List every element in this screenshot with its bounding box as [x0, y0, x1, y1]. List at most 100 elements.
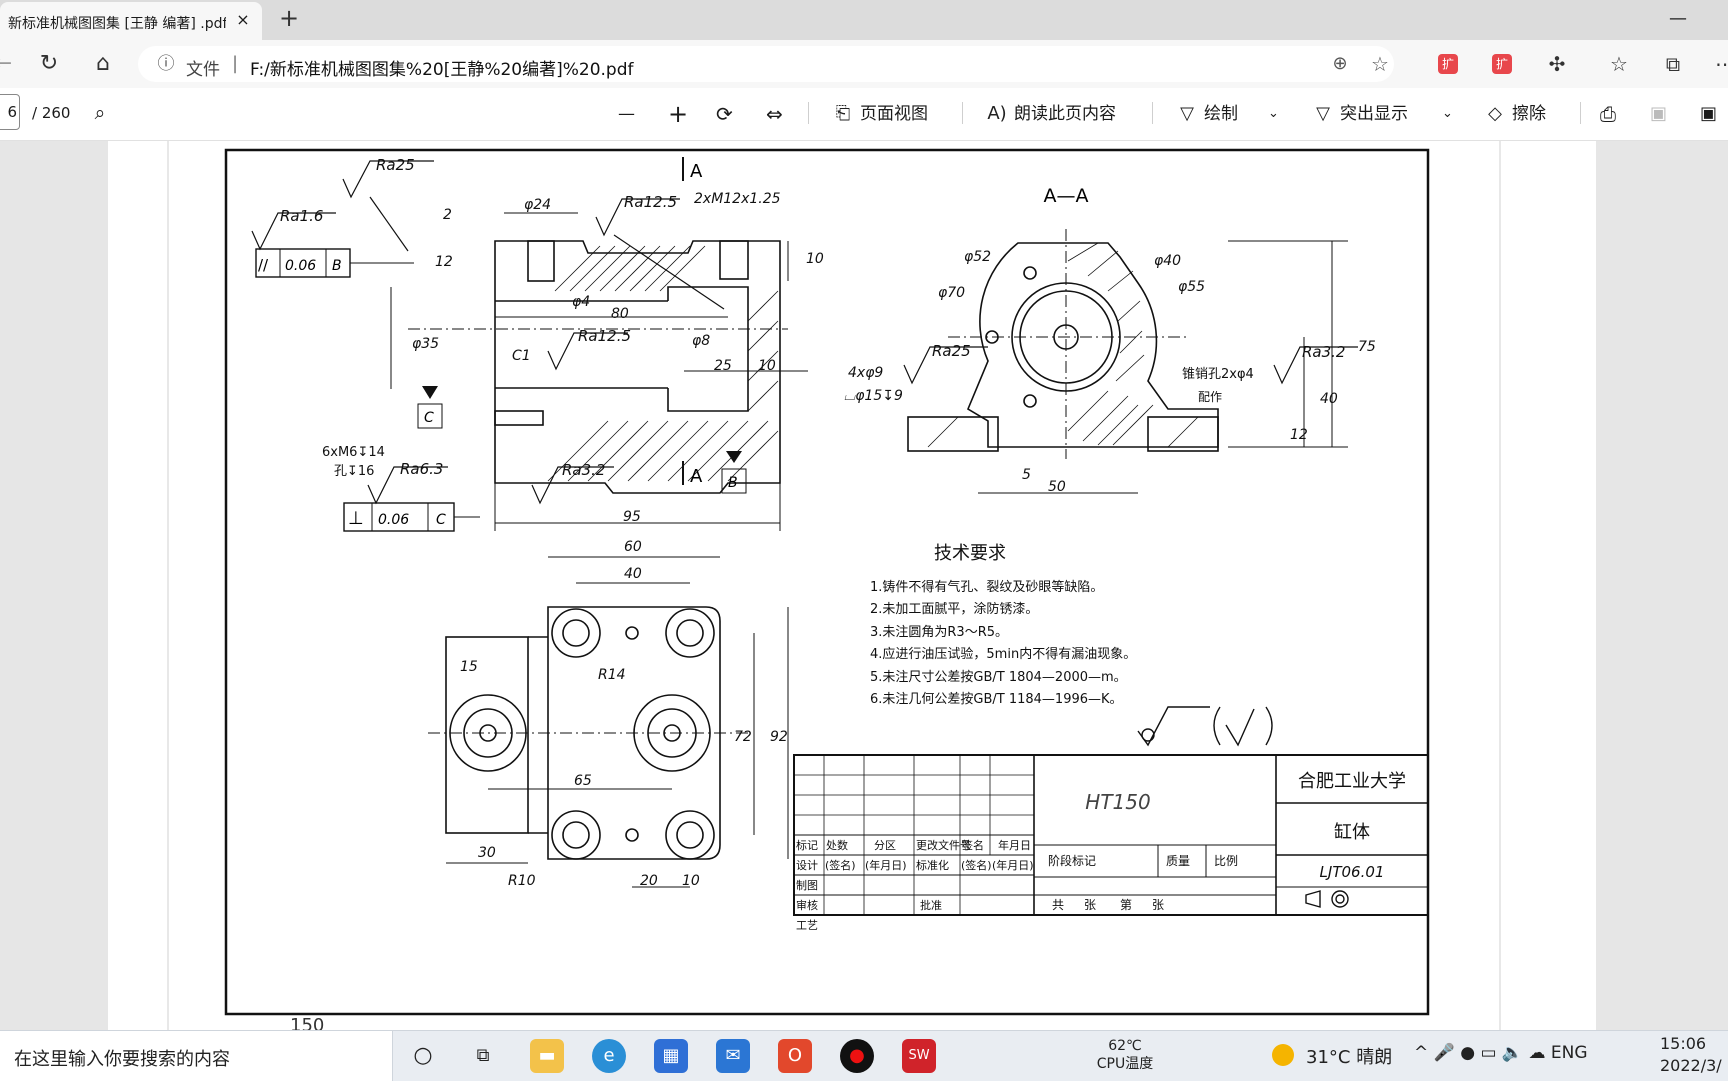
page-view-button[interactable]: ⎗ 页面视图: [832, 100, 928, 128]
title-block-cell: (签名): [961, 858, 992, 872]
tech-requirement-item: 2.未加工面腻平，涂防锈漆。: [870, 601, 1038, 617]
store-icon[interactable]: ▦: [654, 1039, 688, 1073]
more-icon[interactable]: ⋯: [1708, 47, 1728, 81]
tolerance-datum: C: [436, 512, 446, 528]
dim-label: φ4: [572, 294, 590, 310]
tech-requirement-item: 4.应进行油压试验，5min内不得有漏油现象。: [870, 646, 1136, 662]
title-block-cell: 处数: [826, 839, 848, 852]
tab-title[interactable]: 新标准机械图图集 [王静 编著] .pdf: [8, 13, 226, 33]
dim-label: 锥销孔2xφ4: [1182, 367, 1254, 382]
title-block-cell: 阶段标记: [1048, 853, 1096, 868]
extension-red-icon[interactable]: 扩: [1492, 54, 1512, 74]
highlight-options-chevron-icon[interactable]: ⌄: [1442, 100, 1453, 128]
mail-icon[interactable]: ✉: [716, 1039, 750, 1073]
dim-label: 75: [1358, 339, 1376, 355]
page-number-input[interactable]: 6: [0, 94, 20, 130]
fit-width-icon[interactable]: ⇔: [766, 100, 783, 128]
rotate-icon[interactable]: ⟳: [716, 100, 733, 128]
engineering-drawing: φ24 2xM12x1.25 2 12 10 φ4 80 φ35 φ8 25 1…: [167, 141, 1501, 1030]
dim-label: 10: [682, 873, 700, 889]
extension-red-icon[interactable]: 扩: [1438, 54, 1458, 74]
dim-label: φ40: [1154, 253, 1181, 269]
toolbar-divider: [1580, 102, 1581, 124]
task-view-icon[interactable]: ⧉: [466, 1039, 500, 1073]
address-bar[interactable]: ⓘ 文件 | F:/新标准机械图图集%20[王静%20编著]%20.pdf ⊕ …: [138, 46, 1394, 82]
weather-widget[interactable]: 31°C 晴朗: [1306, 1043, 1392, 1069]
dim-label: 10: [806, 251, 824, 267]
title-block-cell: (年月日): [865, 858, 907, 872]
cortana-icon[interactable]: ○: [406, 1039, 440, 1073]
zoom-out-button[interactable]: —: [618, 100, 635, 128]
roughness-label: Ra3.2: [1302, 343, 1345, 361]
erase-button[interactable]: ◇ 擦除: [1484, 100, 1546, 128]
office-icon[interactable]: O: [778, 1039, 812, 1073]
highlighter-icon: ▽: [1316, 103, 1330, 124]
tech-requirements: 技术要求 1.铸件不得有气孔、裂纹及砂眼等缺陷。 2.未加工面腻平，涂防锈漆。 …: [870, 543, 1136, 707]
highlight-button[interactable]: ▽ 突出显示: [1312, 100, 1408, 128]
title-block-cell: 审核: [796, 898, 818, 912]
side-thread: [494, 410, 544, 426]
draw-options-chevron-icon[interactable]: ⌄: [1268, 100, 1279, 128]
address-url[interactable]: F:/新标准机械图图集%20[王静%20编著]%20.pdf: [250, 55, 634, 80]
dim-label: φ70: [938, 285, 965, 301]
back-icon[interactable]: ←: [0, 47, 20, 81]
solidworks-icon[interactable]: SW: [902, 1039, 936, 1073]
front-hatch: [547, 245, 779, 482]
new-tab-button[interactable]: +: [276, 6, 302, 32]
taskbar-search-placeholder[interactable]: 在这里输入你要搜索的内容: [14, 1045, 230, 1071]
parallel-symbol: //: [258, 256, 269, 274]
section-mark: A: [690, 161, 703, 182]
roughness-label: Ra1.6: [280, 207, 323, 225]
collections-icon[interactable]: ⧉: [1656, 47, 1690, 81]
tolerance-datum: B: [332, 258, 342, 274]
clock[interactable]: 15:06 2022/3/: [1660, 1033, 1722, 1077]
general-roughness-symbol: [1137, 706, 1273, 747]
zoom-icon[interactable]: ⊕: [1328, 52, 1352, 76]
close-tab-icon[interactable]: ×: [232, 9, 254, 31]
pdf-viewer[interactable]: φ24 2xM12x1.25 2 12 10 φ4 80 φ35 φ8 25 1…: [0, 141, 1728, 1030]
add-favorite-icon[interactable]: ☆: [1368, 52, 1392, 76]
thread-hole: [527, 240, 555, 282]
page-view-label: 页面视图: [860, 104, 928, 124]
info-icon[interactable]: ⓘ: [156, 54, 176, 74]
favorites-icon[interactable]: ☆: [1602, 47, 1636, 81]
recorder-icon[interactable]: ●: [840, 1039, 874, 1073]
dim-label: 40: [624, 566, 642, 582]
draw-button[interactable]: ▽ 绘制: [1176, 100, 1238, 128]
dim-label: 20: [640, 873, 658, 889]
roughness-label: Ra25: [376, 156, 415, 174]
toolbar-divider: [962, 102, 963, 124]
part-name-label: 缸体: [1334, 821, 1370, 843]
title-block-cell: 制图: [796, 879, 818, 892]
read-aloud-button[interactable]: A) 朗读此页内容: [986, 100, 1116, 128]
home-icon[interactable]: ⌂: [86, 47, 120, 81]
title-block-cell: (签名): [825, 858, 856, 872]
dim-label: 2xM12x1.25: [694, 191, 781, 207]
save-as-icon[interactable]: ▣: [1700, 100, 1717, 128]
dim-label: R14: [598, 667, 626, 683]
page-total-label: / 260: [32, 104, 71, 122]
file-explorer-icon[interactable]: ▬: [530, 1039, 564, 1073]
reload-icon[interactable]: ↻: [32, 47, 66, 81]
taskbar-search-box[interactable]: 在这里输入你要搜索的内容: [0, 1031, 393, 1081]
dim-label: φ8: [692, 333, 710, 349]
save-icon[interactable]: ▣: [1650, 100, 1667, 128]
toolbar-divider: [1152, 102, 1153, 124]
dim-label: 12: [435, 254, 453, 270]
system-tray[interactable]: ^ 🎤 ● ▭ 🔈 ☁ ENG: [1414, 1043, 1588, 1063]
dim-label: 30: [478, 845, 496, 861]
minimize-button[interactable]: —: [1666, 8, 1690, 29]
puzzle-icon[interactable]: ✣: [1540, 47, 1574, 81]
browser-tab[interactable]: 新标准机械图图集 [王静 编著] .pdf ×: [0, 2, 262, 40]
dim-label: 72: [734, 729, 752, 745]
zoom-in-button[interactable]: +: [668, 100, 688, 128]
title-block-cell: 批准: [920, 898, 942, 912]
edge-icon[interactable]: e: [592, 1039, 626, 1073]
thread-note-label: 6xM6↧14: [322, 445, 385, 460]
dim-label: R10: [508, 873, 536, 889]
print-icon[interactable]: ⎙: [1600, 100, 1616, 128]
dim-label: 10: [758, 358, 776, 374]
search-icon[interactable]: ⌕: [88, 101, 112, 125]
taskbar: 在这里输入你要搜索的内容 ○ ⧉ ▬ e ▦ ✉ O ● SW 62℃ CPU温…: [0, 1030, 1728, 1081]
dim-label: 40: [1320, 391, 1338, 407]
